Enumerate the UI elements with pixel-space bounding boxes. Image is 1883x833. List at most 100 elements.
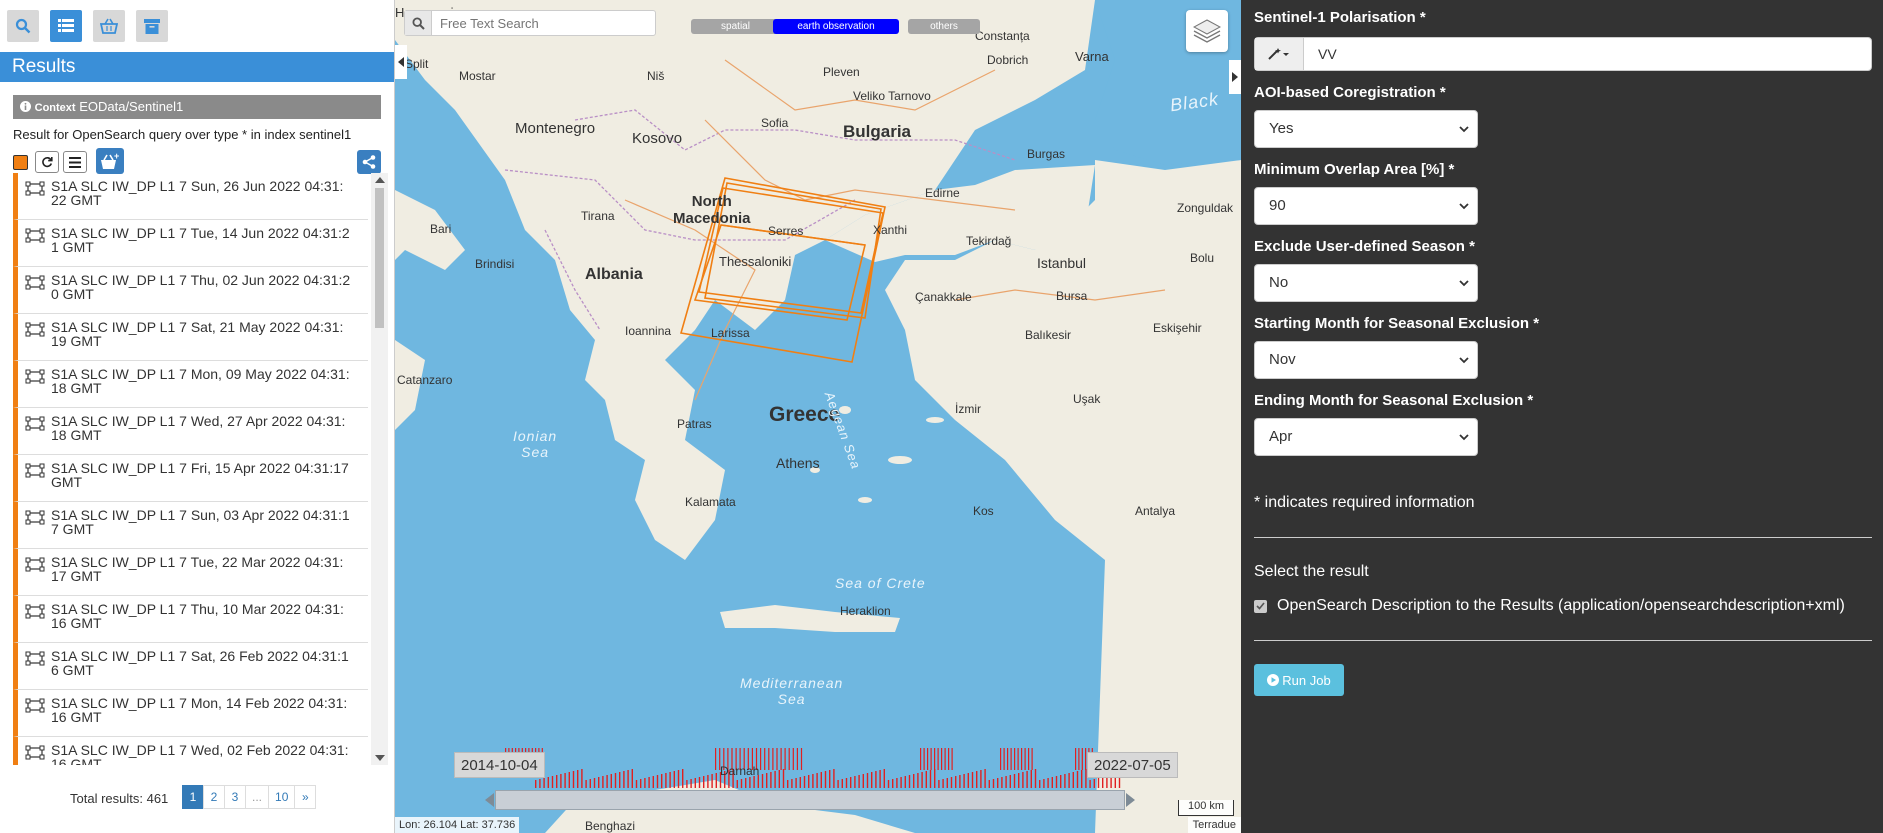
run-job-label: Run Job (1282, 672, 1331, 688)
timeline-acquisition-bar (1021, 748, 1023, 770)
run-job-button[interactable]: Run Job (1254, 664, 1344, 696)
scroll-up-arrow[interactable] (375, 177, 385, 183)
map-search-input[interactable] (432, 15, 652, 31)
map-view[interactable]: HerzegovinaConstanțaSplitMostarNišPleven… (395, 0, 1241, 833)
search-tab-button[interactable] (7, 10, 39, 42)
timeline-acquisition-bar (1018, 773, 1020, 788)
result-option-checkbox[interactable] (1254, 599, 1267, 613)
result-item[interactable]: S1A SLC IW_DP L1 7 Wed, 27 Apr 2022 04:3… (13, 408, 368, 455)
result-item[interactable]: S1A SLC IW_DP L1 7 Sun, 26 Jun 2022 04:3… (13, 173, 368, 220)
polarisation-field[interactable]: VV (1254, 37, 1872, 71)
timeline-acquisition-bar (669, 772, 671, 788)
result-item[interactable]: S1A SLC IW_DP L1 7 Sat, 21 May 2022 04:3… (13, 314, 368, 361)
chevron-left-icon (398, 57, 404, 67)
result-item[interactable]: S1A SLC IW_DP L1 7 Thu, 10 Mar 2022 04:3… (13, 596, 368, 643)
divider (1254, 640, 1872, 641)
map-label-darnah: Darnah (720, 764, 760, 778)
map-attribution[interactable]: Terradue (1187, 817, 1241, 833)
timeline-acquisition-bar (927, 748, 929, 770)
overlap-select[interactable]: 90 (1254, 187, 1478, 225)
results-list-container[interactable]: S1A SLC IW_DP L1 7 Sun, 26 Jun 2022 04:3… (13, 173, 388, 765)
overlap-value: 90 (1269, 197, 1286, 214)
result-item[interactable]: S1A SLC IW_DP L1 7 Sun, 03 Apr 2022 04:3… (13, 502, 368, 549)
exclude-season-label: Exclude User-defined Season * (1254, 238, 1475, 255)
result-item[interactable]: S1A SLC IW_DP L1 7 Thu, 02 Jun 2022 04:3… (13, 267, 368, 314)
search-icon (15, 18, 31, 34)
tag-earth-observation[interactable]: earth observation (773, 19, 899, 34)
timeline-acquisition-bar (644, 778, 646, 788)
collapse-right-panel[interactable] (1229, 60, 1241, 94)
chevron-right-icon (1232, 72, 1238, 82)
result-item[interactable]: S1A SLC IW_DP L1 7 Wed, 02 Feb 2022 04:3… (13, 737, 368, 765)
timeline-acquisition-bar (774, 771, 776, 788)
archive-tab-button[interactable] (136, 10, 168, 42)
timeline-handle-right[interactable] (1126, 793, 1135, 807)
end-month-label: Ending Month for Seasonal Exclusion * (1254, 392, 1534, 409)
list-tab-button[interactable] (50, 10, 82, 42)
timeline-acquisition-bar (782, 769, 785, 788)
map-search-button[interactable] (405, 11, 432, 35)
timeline-acquisition-bar (841, 779, 843, 788)
timeline-acquisition-bar (551, 776, 554, 788)
basket-tab-button[interactable] (93, 10, 125, 42)
timeline-start[interactable]: 2014-10-04 (454, 752, 545, 778)
map-label-patras: Patras (677, 417, 712, 431)
page-10[interactable]: 10 (268, 785, 296, 809)
scroll-thumb[interactable] (375, 188, 384, 328)
result-item[interactable]: S1A SLC IW_DP L1 7 Mon, 09 May 2022 04:3… (13, 361, 368, 408)
timeline-acquisition-bar (1013, 774, 1016, 788)
add-to-basket-button[interactable]: + (96, 148, 124, 174)
result-item[interactable]: S1A SLC IW_DP L1 7 Tue, 22 Mar 2022 04:3… (13, 549, 368, 596)
collapse-left-panel[interactable] (395, 45, 407, 79)
page-1[interactable]: 1 (182, 785, 204, 809)
polarisation-options-button[interactable] (1255, 38, 1304, 70)
page-2[interactable]: 2 (203, 785, 225, 809)
tag-spatial[interactable]: spatial (691, 19, 780, 34)
satellite-footprint-icon (25, 604, 45, 619)
checkmark-icon (1256, 602, 1265, 610)
map-label-bursa: Bursa (1056, 289, 1088, 303)
map-label-veliko: Veliko Tarnovo (853, 89, 931, 103)
page-next[interactable]: » (294, 785, 317, 809)
exclude-season-select[interactable]: No (1254, 264, 1478, 302)
timeline-end[interactable]: 2022-07-05 (1087, 752, 1178, 778)
page-3[interactable]: 3 (224, 785, 246, 809)
timeline-acquisition-bar (1014, 748, 1016, 770)
timeline-acquisition-bar (791, 779, 793, 788)
timeline-acquisition-bar (614, 773, 617, 788)
scroll-down-arrow[interactable] (375, 755, 385, 761)
start-month-select[interactable]: Nov (1254, 341, 1478, 379)
timeline-acquisition-bar (1072, 772, 1074, 788)
timeline-acquisition-bar (900, 777, 902, 788)
result-item[interactable]: S1A SLC IW_DP L1 7 Sat, 26 Feb 2022 04:3… (13, 643, 368, 690)
results-scrollbar[interactable] (371, 173, 388, 765)
timeline-acquisition-bar (589, 779, 591, 788)
result-item[interactable]: S1A SLC IW_DP L1 7 Tue, 14 Jun 2022 04:3… (13, 220, 368, 267)
map-search-box[interactable] (404, 10, 656, 36)
timeline-handle-left[interactable] (485, 793, 494, 807)
end-month-select[interactable]: Apr (1254, 418, 1478, 456)
list-view-button[interactable] (63, 151, 87, 173)
timeline-acquisition-bar (963, 774, 965, 788)
color-marker-swatch[interactable] (13, 155, 28, 170)
timeline-acquisition-bar (1010, 748, 1012, 770)
map-label-larissa: Larissa (711, 326, 750, 340)
timeline-acquisition-bar (539, 779, 541, 788)
timeline-acquisition-bar (796, 748, 798, 770)
layers-button[interactable] (1186, 10, 1228, 52)
timeline-acquisition-bar (925, 771, 927, 788)
coreg-select[interactable]: Yes (1254, 110, 1478, 148)
timeline-acquisition-bar (543, 778, 545, 788)
timeline-acquisition-bar (850, 777, 852, 788)
result-item[interactable]: S1A SLC IW_DP L1 7 Fri, 15 Apr 2022 04:3… (13, 455, 368, 502)
timeline-acquisition-bar (812, 774, 814, 788)
timeline-slider[interactable] (485, 790, 1135, 810)
refresh-button[interactable] (35, 151, 59, 173)
tag-others[interactable]: others (908, 19, 980, 34)
timeline-acquisition-bar (833, 769, 835, 788)
result-item[interactable]: S1A SLC IW_DP L1 7 Mon, 14 Feb 2022 04:3… (13, 690, 368, 737)
play-circle-icon (1267, 674, 1280, 686)
timeline-acquisition-bar (938, 780, 940, 788)
share-button[interactable] (357, 150, 381, 174)
map-label-bolu: Bolu (1190, 251, 1215, 265)
